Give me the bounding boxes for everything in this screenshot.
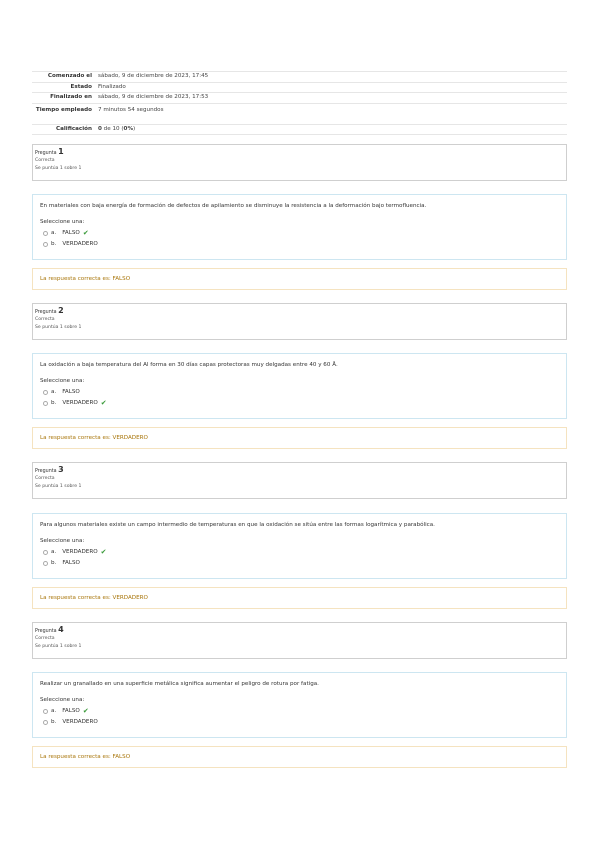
question-title: Pregunta 3: [35, 466, 564, 475]
checkmark-icon: ✔: [100, 399, 107, 407]
summary-label: Comenzado el: [47, 73, 92, 80]
answer-option-b[interactable]: b. FALSO: [40, 559, 559, 567]
attempt-summary-table: Comenzado el sábado, 9 de diciembre de 2…: [32, 71, 567, 135]
question-label: Pregunta: [35, 310, 57, 315]
summary-row-started: Comenzado el sábado, 9 de diciembre de 2…: [32, 72, 567, 83]
feedback-box: La respuesta correcta es: VERDADERO: [32, 587, 567, 609]
summary-row-time: Tiempo empleado 7 minutos 54 segundos: [32, 104, 567, 125]
question-points: Se puntúa 1 sobre 1: [35, 166, 82, 171]
question-state: Correcta: [35, 476, 55, 481]
answer-text: FALSO: [62, 389, 80, 395]
question-content: En materiales con baja energía de formac…: [32, 194, 567, 260]
question-text: Realizar un granallado en una superficie…: [40, 681, 319, 687]
feedback-box: La respuesta correcta es: FALSO: [32, 746, 567, 768]
answer-prompt: Seleccione una:: [40, 378, 85, 384]
answer-text: VERDADERO: [62, 719, 98, 725]
answer-letter: a.: [51, 549, 57, 555]
answer-prompt: Seleccione una:: [40, 697, 85, 703]
summary-row-state: Estado Finalizado: [32, 83, 567, 93]
summary-value: sábado, 9 de diciembre de 2023, 17:45: [98, 73, 209, 80]
question-number: 2: [58, 306, 64, 315]
answer-prompt: Seleccione una:: [40, 538, 85, 544]
radio-button[interactable]: [43, 241, 48, 247]
question-text: La oxidación a baja temperatura del Al f…: [40, 362, 338, 368]
question-info: Pregunta 3 Correcta Se puntúa 1 sobre 1: [32, 462, 567, 499]
radio-button[interactable]: [43, 560, 48, 566]
question-label: Pregunta: [35, 629, 57, 634]
grade-close: ): [133, 125, 136, 132]
question-points: Se puntúa 1 sobre 1: [35, 644, 82, 649]
answer-prompt: Seleccione una:: [40, 219, 85, 225]
radio-button[interactable]: [43, 708, 48, 714]
answer-letter: b.: [51, 241, 57, 247]
question-state: Correcta: [35, 636, 55, 641]
question-number: 3: [58, 465, 64, 474]
answer-option-a[interactable]: a. FALSO ✔: [40, 707, 559, 715]
question-info: Pregunta 2 Correcta Se puntúa 1 sobre 1: [32, 303, 567, 340]
summary-value-grade: 0 de 10 (0%): [95, 125, 567, 134]
question-state: Correcta: [35, 158, 55, 163]
question-label: Pregunta: [35, 151, 57, 156]
summary-label: Estado: [70, 83, 92, 90]
summary-value: sábado, 9 de diciembre de 2023, 17:53: [98, 94, 209, 101]
question-title: Pregunta 1: [35, 148, 564, 157]
answer-option-b[interactable]: b. VERDADERO: [40, 240, 559, 248]
correct-answer-feedback: La respuesta correcta es: VERDADERO: [40, 435, 148, 441]
grade-of: de 10 (: [101, 125, 124, 132]
question-state: Correcta: [35, 317, 55, 322]
question-label: Pregunta: [35, 469, 57, 474]
answer-text: FALSO: [62, 560, 80, 566]
answer-text: VERDADERO: [62, 400, 98, 406]
radio-button[interactable]: [43, 230, 48, 236]
answer-text: VERDADERO: [62, 549, 98, 555]
answer-letter: b.: [51, 400, 57, 406]
question-info: Pregunta 4 Correcta Se puntúa 1 sobre 1: [32, 622, 567, 659]
answer-option-a[interactable]: a. FALSO: [40, 388, 559, 396]
answer-letter: b.: [51, 719, 57, 725]
answer-option-b[interactable]: b. VERDADERO: [40, 718, 559, 726]
answer-text: VERDADERO: [62, 241, 98, 247]
grade-percent: 0%: [123, 125, 134, 132]
question-content: Realizar un granallado en una superficie…: [32, 672, 567, 738]
question-content: La oxidación a baja temperatura del Al f…: [32, 353, 567, 419]
checkmark-icon: ✔: [100, 548, 107, 556]
question-number: 1: [58, 147, 64, 156]
feedback-box: La respuesta correcta es: VERDADERO: [32, 427, 567, 449]
question-text: En materiales con baja energía de formac…: [40, 203, 427, 209]
checkmark-icon: ✔: [82, 229, 89, 237]
radio-button[interactable]: [43, 389, 48, 395]
question-points: Se puntúa 1 sobre 1: [35, 325, 82, 330]
summary-label: Calificación: [55, 125, 92, 132]
question-number: 4: [58, 625, 64, 634]
answer-letter: a.: [51, 230, 57, 236]
checkmark-icon: ✔: [82, 707, 89, 715]
summary-row-grade: Calificación 0 de 10 (0%): [32, 125, 567, 135]
summary-row-finished: Finalizado en sábado, 9 de diciembre de …: [32, 93, 567, 104]
question-title: Pregunta 4: [35, 626, 564, 635]
answer-option-b[interactable]: b. VERDADERO ✔: [40, 399, 559, 407]
summary-value: 7 minutos 54 segundos: [98, 106, 164, 113]
answer-letter: a.: [51, 389, 57, 395]
correct-answer-feedback: La respuesta correcta es: FALSO: [40, 276, 131, 282]
correct-answer-feedback: La respuesta correcta es: VERDADERO: [40, 595, 148, 601]
answer-letter: b.: [51, 560, 57, 566]
question-content: Para algunos materiales existe un campo …: [32, 513, 567, 579]
radio-button[interactable]: [43, 400, 48, 406]
summary-value: Finalizado: [98, 83, 126, 90]
answer-option-a[interactable]: a. VERDADERO ✔: [40, 548, 559, 556]
radio-button[interactable]: [43, 719, 48, 725]
answer-letter: a.: [51, 708, 57, 714]
question-title: Pregunta 2: [35, 307, 564, 316]
answer-text: FALSO: [62, 230, 80, 236]
question-text: Para algunos materiales existe un campo …: [40, 522, 435, 528]
feedback-box: La respuesta correcta es: FALSO: [32, 268, 567, 290]
summary-label: Tiempo empleado: [35, 106, 92, 113]
answer-text: FALSO: [62, 708, 80, 714]
correct-answer-feedback: La respuesta correcta es: FALSO: [40, 754, 131, 760]
answer-option-a[interactable]: a. FALSO ✔: [40, 229, 559, 237]
radio-button[interactable]: [43, 549, 48, 555]
question-info: Pregunta 1 Correcta Se puntúa 1 sobre 1: [32, 144, 567, 181]
summary-label: Finalizado en: [50, 94, 92, 101]
question-points: Se puntúa 1 sobre 1: [35, 484, 82, 489]
